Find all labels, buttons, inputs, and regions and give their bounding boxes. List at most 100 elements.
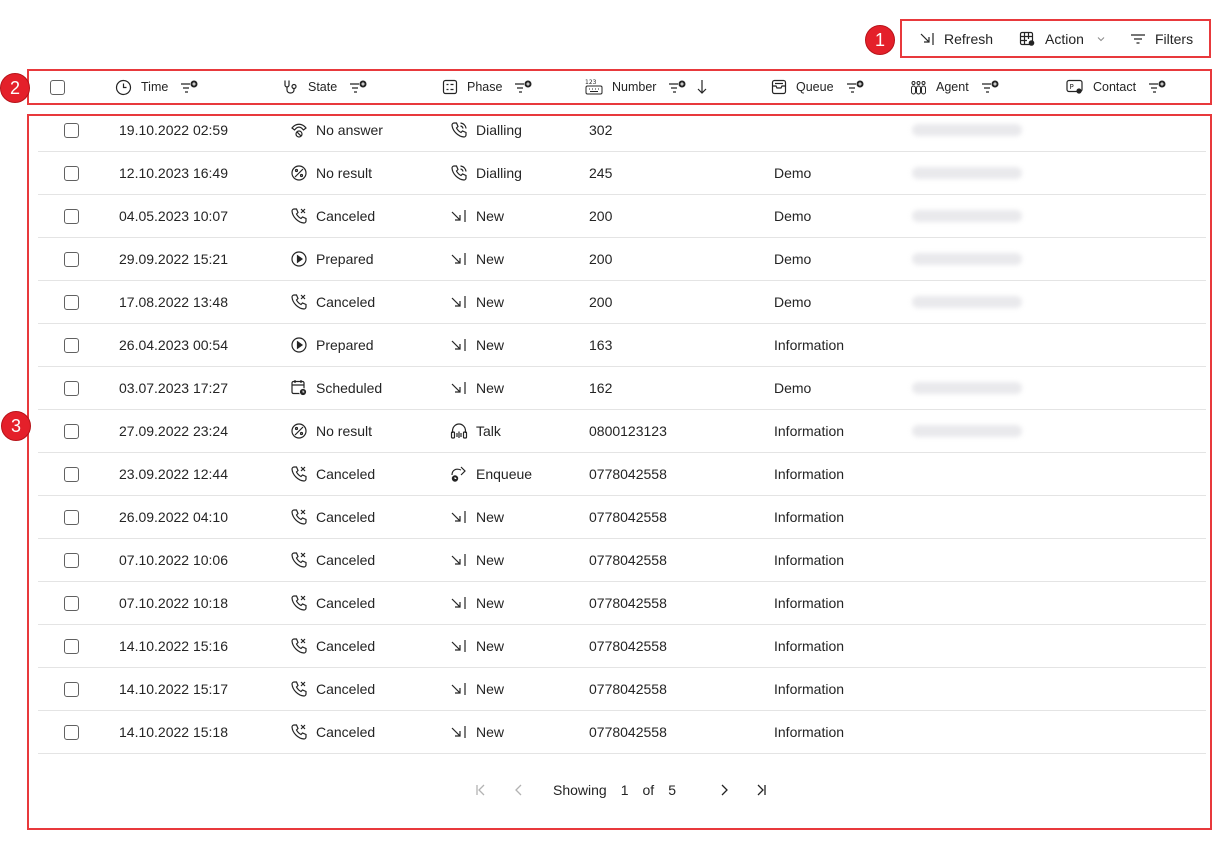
table-row[interactable]: 04.05.2023 10:07 Canceled New 200 Demo [38, 195, 1206, 238]
table-row[interactable]: 14.10.2022 15:16 Canceled New 0778042558 Inf… [38, 625, 1206, 668]
table-row[interactable]: 14.10.2022 15:18 Canceled New 0778042558 Inf… [38, 711, 1206, 754]
add-filter-icon[interactable] [1148, 80, 1166, 94]
time-value: 07.10.2022 10:06 [119, 552, 228, 568]
table-row[interactable]: 23.09.2022 12:44 Canceled Enqueue 077804255… [38, 453, 1206, 496]
new-icon [451, 726, 466, 738]
refresh-button[interactable]: Refresh [913, 24, 999, 54]
cell-time: 26.09.2022 04:10 [119, 496, 228, 538]
row-checkbox[interactable] [64, 337, 79, 353]
row-checkbox[interactable] [64, 552, 79, 568]
first-page-button[interactable] [470, 779, 492, 801]
add-filter-icon[interactable] [180, 80, 198, 94]
row-select-cell[interactable] [64, 410, 79, 452]
cell-time: 26.04.2023 00:54 [119, 324, 228, 366]
table-row[interactable]: 26.04.2023 00:54 Prepared New 163 Informatio… [38, 324, 1206, 367]
queue-value: Demo [774, 251, 812, 267]
row-select-cell[interactable] [64, 324, 79, 366]
add-filter-icon[interactable] [846, 80, 864, 94]
column-header-state[interactable]: State [282, 72, 367, 102]
add-filter-icon[interactable] [981, 80, 999, 94]
row-select-cell[interactable] [64, 152, 79, 194]
cell-phase: New [450, 195, 504, 237]
table-row[interactable]: 17.08.2022 13:48 Canceled New 200 Demo [38, 281, 1206, 324]
cell-time: 23.09.2022 12:44 [119, 453, 228, 495]
cell-state: No result [290, 152, 372, 194]
table-row[interactable]: 12.10.2023 16:49 No result Dialling 245 Demo [38, 152, 1206, 195]
select-all-checkbox[interactable] [50, 79, 65, 95]
row-select-cell[interactable] [64, 281, 79, 323]
row-checkbox[interactable] [64, 165, 79, 181]
time-value: 14.10.2022 15:18 [119, 724, 228, 740]
no-answer-icon [291, 123, 307, 138]
phase-value: New [476, 294, 505, 310]
row-select-cell[interactable] [64, 238, 79, 280]
row-checkbox[interactable] [64, 251, 79, 267]
cell-phase: New [450, 539, 504, 581]
row-select-cell[interactable] [64, 496, 79, 538]
header-select-all[interactable] [50, 72, 65, 102]
table-row[interactable]: 26.09.2022 04:10 Canceled New 0778042558 Inf… [38, 496, 1206, 539]
row-checkbox[interactable] [64, 595, 79, 611]
column-header-agent[interactable]: Agent [910, 72, 999, 102]
row-checkbox[interactable] [64, 294, 79, 310]
row-select-cell[interactable] [64, 539, 79, 581]
column-label-agent: Agent [936, 80, 969, 94]
previous-page-button[interactable] [508, 779, 530, 801]
no-result-icon [291, 165, 307, 181]
table-row[interactable]: 19.10.2022 02:59 No answer Dialling 302 [38, 109, 1206, 152]
queue-value: Information [774, 638, 845, 654]
row-checkbox[interactable] [64, 122, 79, 138]
queue-value: Information [774, 466, 845, 482]
row-checkbox[interactable] [64, 681, 79, 697]
add-filter-icon[interactable] [668, 80, 686, 94]
row-select-cell[interactable] [64, 582, 79, 624]
cell-number: 162 [589, 367, 612, 409]
row-select-cell[interactable] [64, 109, 79, 151]
column-header-queue[interactable]: Queue [771, 72, 864, 102]
enqueue-icon [451, 466, 466, 482]
add-filter-icon[interactable] [349, 80, 367, 94]
row-select-cell[interactable] [64, 711, 79, 753]
action-button[interactable]: Action [1013, 24, 1112, 54]
table-row[interactable]: 14.10.2022 15:17 Canceled New 0778042558 Inf… [38, 668, 1206, 711]
sort-descending-arrow-icon[interactable] [696, 79, 708, 95]
number-value: 0800123123 [589, 423, 667, 439]
state-value: Canceled [316, 638, 376, 654]
table-row[interactable]: 07.10.2022 10:06 Canceled New 0778042558 Inf… [38, 539, 1206, 582]
column-header-number[interactable]: 123 Number [585, 72, 708, 102]
table-row[interactable]: 27.09.2022 23:24 No result Talk 0800123123 I… [38, 410, 1206, 453]
row-select-cell[interactable] [64, 367, 79, 409]
cell-state: Canceled [290, 625, 375, 667]
row-checkbox[interactable] [64, 380, 79, 396]
filters-button[interactable]: Filters [1124, 24, 1199, 54]
last-page-button[interactable] [750, 779, 772, 801]
next-page-button[interactable] [713, 779, 735, 801]
cell-agent [912, 367, 1022, 409]
cell-time: 14.10.2022 15:16 [119, 625, 228, 667]
row-checkbox[interactable] [64, 638, 79, 654]
cell-phase: New [450, 367, 504, 409]
number-value: 0778042558 [589, 724, 667, 740]
canceled-icon [291, 294, 307, 310]
row-select-cell[interactable] [64, 668, 79, 710]
table-row[interactable]: 29.09.2022 15:21 Prepared New 200 Demo [38, 238, 1206, 281]
column-header-phase[interactable]: Phase [442, 72, 532, 102]
table-row[interactable]: 03.07.2023 17:27 Scheduled New 162 Demo [38, 367, 1206, 410]
column-header-contact[interactable]: P Contact [1066, 72, 1166, 102]
row-checkbox[interactable] [64, 724, 79, 740]
column-header-time[interactable]: Time [115, 72, 198, 102]
cell-phase: New [450, 668, 504, 710]
state-value: No answer [316, 122, 383, 138]
row-select-cell[interactable] [64, 453, 79, 495]
number-value: 200 [589, 294, 613, 310]
row-select-cell[interactable] [64, 625, 79, 667]
canceled-icon [291, 466, 307, 482]
row-checkbox[interactable] [64, 466, 79, 482]
row-checkbox[interactable] [64, 423, 79, 439]
row-checkbox[interactable] [64, 509, 79, 525]
table-row[interactable]: 07.10.2022 10:18 Canceled New 0778042558 Inf… [38, 582, 1206, 625]
current-page-number[interactable]: 1 [621, 782, 629, 798]
row-checkbox[interactable] [64, 208, 79, 224]
row-select-cell[interactable] [64, 195, 79, 237]
add-filter-icon[interactable] [514, 80, 532, 94]
